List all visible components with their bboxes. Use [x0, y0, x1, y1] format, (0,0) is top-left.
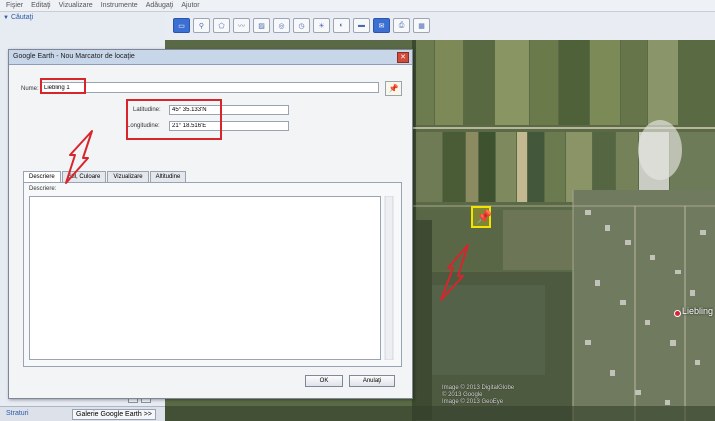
email-icon[interactable]: ✉ — [373, 18, 390, 33]
print-icon[interactable]: ⎙ — [393, 18, 410, 33]
path-icon[interactable]: 〰 — [233, 18, 250, 33]
gallery-tab[interactable]: Galerie Google Earth >> — [72, 409, 156, 420]
menu-add[interactable]: Adăugaţi — [146, 2, 174, 9]
pushpin-icon: 📌 — [388, 84, 399, 93]
imagery-copyright: Image © 2013 DigitalGlobe © 2013 Google … — [442, 385, 515, 405]
triangle-down-icon: ▼ — [3, 15, 9, 21]
tour-icon[interactable]: ◎ — [273, 18, 290, 33]
layers-tabs: Straturi Galerie Google Earth >> — [0, 406, 165, 421]
menu-tools[interactable]: Instrumente — [101, 2, 138, 9]
menu-help[interactable]: Ajutor — [181, 2, 199, 9]
name-highlight-box — [40, 78, 86, 94]
menu-view[interactable]: Vizualizare — [59, 2, 93, 9]
planets-icon[interactable]: ◐ — [333, 18, 350, 33]
ok-button[interactable]: OK — [305, 375, 343, 387]
google-earth-window: Fişier Editaţi Vizualizare Instrumente A… — [0, 0, 715, 421]
layers-tab[interactable]: Straturi — [6, 410, 29, 417]
polygon-icon[interactable]: ⬠ — [213, 18, 230, 33]
search-panel-header[interactable]: ▼ Căutaţi — [3, 14, 33, 21]
sun-icon[interactable]: ☀ — [313, 18, 330, 33]
overlay-icon[interactable]: ▨ — [253, 18, 270, 33]
tab-style-color[interactable]: Stil, Culoare — [61, 171, 107, 182]
maps-icon[interactable]: ▦ — [413, 18, 430, 33]
tab-view[interactable]: Vizualizare — [107, 171, 149, 182]
menu-edit[interactable]: Editaţi — [31, 2, 50, 9]
placemark-icon[interactable]: ⚲ — [193, 18, 210, 33]
place-label[interactable]: Liebling — [682, 306, 713, 316]
new-placemark-dialog: Google Earth - Nou Marcator de locaţie ✕… — [8, 49, 413, 399]
name-input[interactable] — [41, 82, 379, 93]
description-textarea[interactable] — [29, 196, 381, 360]
dialog-title-bar[interactable]: Google Earth - Nou Marcator de locaţie ✕ — [9, 50, 412, 65]
cancel-button[interactable]: Anulaţi — [349, 375, 395, 387]
toolbar: ▭ ⚲ ⬠ 〰 ▨ ◎ ◷ ☀ ◐ ▬ ✉ ⎙ ▦ — [165, 12, 715, 41]
description-scrollbar[interactable] — [384, 196, 394, 360]
menu-bar: Fişier Editaţi Vizualizare Instrumente A… — [0, 0, 715, 12]
close-icon[interactable]: ✕ — [397, 52, 409, 63]
pushpin-icon: 📌 — [476, 209, 493, 224]
ruler-icon[interactable]: ▬ — [353, 18, 370, 33]
description-panel: Descriere: — [23, 182, 402, 367]
tab-altitude[interactable]: Altitudine — [149, 171, 187, 182]
historical-imagery-icon[interactable]: ◷ — [293, 18, 310, 33]
dialog-tabs: Descriere Stil, Culoare Vizualizare Alti… — [23, 171, 187, 182]
coordinates-highlight-box — [126, 99, 222, 140]
placemark-pin[interactable]: 📌 — [471, 206, 493, 228]
dialog-title: Google Earth - Nou Marcator de locaţie — [13, 53, 135, 60]
menu-file[interactable]: Fişier — [6, 2, 23, 9]
sidebar-toggle-icon[interactable]: ▭ — [173, 18, 190, 33]
search-label: Căutaţi — [10, 14, 34, 21]
name-label: Nume: — [21, 86, 39, 92]
description-label: Descriere: — [29, 186, 57, 192]
placemark-style-button[interactable]: 📌 — [385, 81, 402, 96]
tab-description[interactable]: Descriere — [23, 171, 61, 182]
location-dot-icon — [674, 310, 681, 317]
